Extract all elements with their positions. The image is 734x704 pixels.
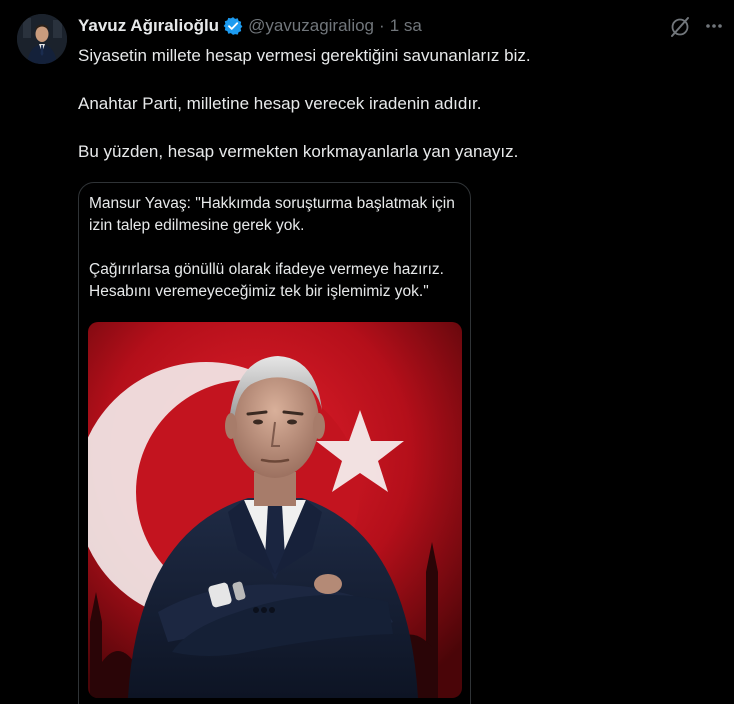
more-options-icon bbox=[706, 24, 722, 28]
tweet-header: Yavuz Ağıralioğlu @yavuzagiraliog · 1 sa bbox=[78, 14, 422, 38]
grok-button[interactable] bbox=[660, 10, 700, 44]
tweet-line: Siyasetin millete hesap vermesi gerektiğ… bbox=[78, 46, 531, 65]
quote-paragraph: Çağırırlarsa gönüllü olarak ifadeye verm… bbox=[89, 261, 444, 300]
avatar[interactable] bbox=[17, 14, 67, 64]
portrait-image[interactable] bbox=[88, 322, 462, 698]
grok-icon bbox=[671, 17, 689, 37]
tweet-card[interactable]: Yavuz Ağıralioğlu @yavuzagiraliog · 1 sa… bbox=[0, 0, 734, 704]
author-handle[interactable]: @yavuzagiraliog bbox=[248, 16, 374, 36]
more-options-button[interactable] bbox=[700, 12, 728, 40]
verified-badge-icon[interactable] bbox=[223, 16, 243, 36]
tweet-line: Anahtar Parti, milletine hesap verecek i… bbox=[78, 94, 482, 113]
quoted-media-card[interactable]: Mansur Yavaş: "Hakkımda soruşturma başla… bbox=[78, 182, 471, 704]
avatar-portrait bbox=[17, 14, 67, 64]
author-name[interactable]: Yavuz Ağıralioğlu bbox=[78, 16, 219, 36]
quote-paragraph: Mansur Yavaş: "Hakkımda soruşturma başla… bbox=[89, 195, 455, 234]
portrait-illustration bbox=[88, 322, 462, 698]
quote-text: Mansur Yavaş: "Hakkımda soruşturma başla… bbox=[89, 193, 464, 325]
timestamp[interactable]: 1 sa bbox=[390, 16, 422, 36]
tweet-text: Siyasetin millete hesap vermesi gerektiğ… bbox=[78, 44, 718, 188]
tweet-line: Bu yüzden, hesap vermekten korkmayanlarl… bbox=[78, 142, 519, 161]
separator-dot: · bbox=[379, 16, 385, 35]
